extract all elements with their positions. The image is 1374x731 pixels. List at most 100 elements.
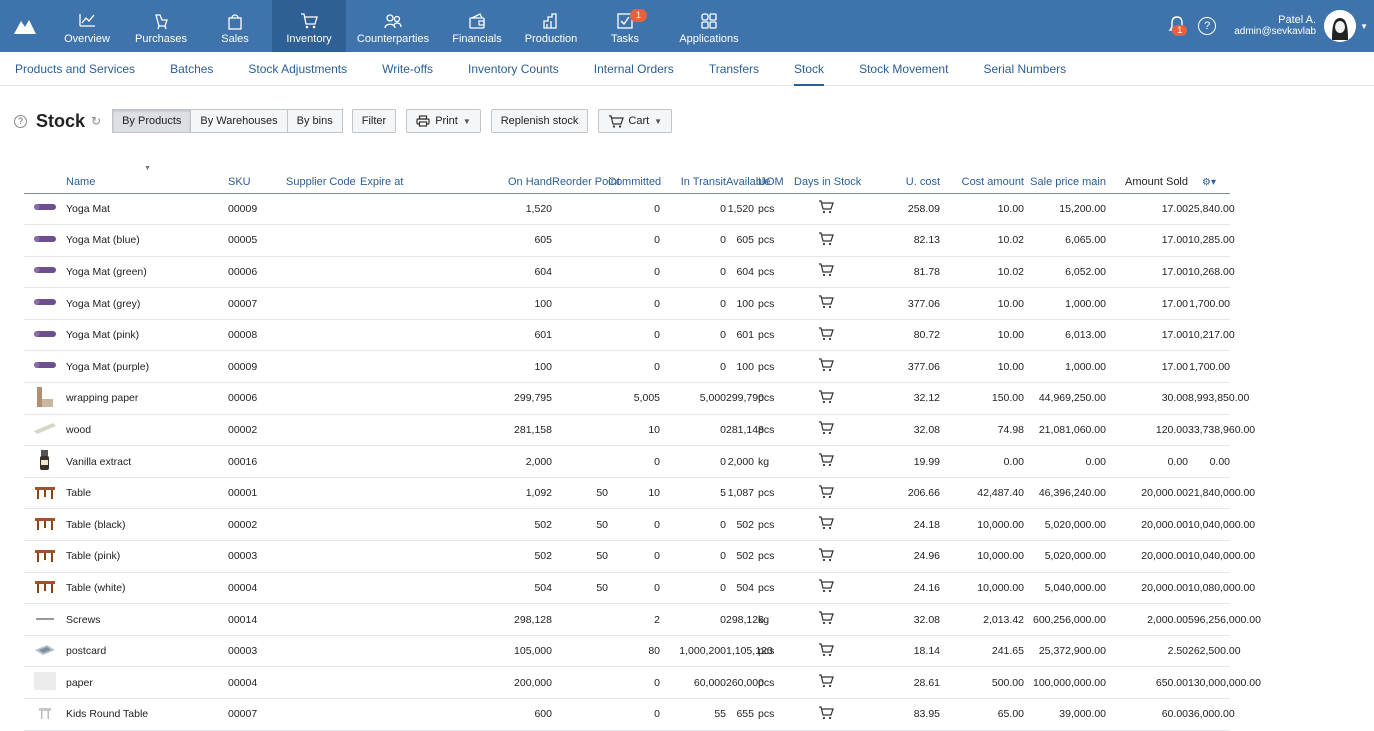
subnav-stock-adjustments[interactable]: Stock Adjustments	[248, 52, 347, 86]
table-row[interactable]: Yoga Mat (grey) 00007 100 0 0 100 pcs 377.06 10.…	[24, 287, 1230, 320]
col-reorder-point[interactable]: Reorder Point	[552, 163, 620, 194]
print-button[interactable]: Print ▼	[406, 109, 481, 133]
by-bins-button[interactable]: By bins	[287, 109, 343, 133]
subnav-transfers[interactable]: Transfers	[709, 52, 759, 86]
add-to-cart-button[interactable]	[794, 477, 858, 510]
notifications-button[interactable]: 1	[1168, 15, 1188, 38]
add-to-cart-button[interactable]	[794, 603, 858, 636]
col-sale-price-main[interactable]: Sale price main	[1024, 163, 1106, 194]
subnav-batches[interactable]: Batches	[170, 52, 213, 86]
add-to-cart-button[interactable]	[794, 350, 858, 384]
table-row[interactable]: wrapping paper 00006 299,795 5,005 5,000 299,…	[24, 382, 1249, 415]
table-row[interactable]: paper 00004 200,000 0 60,000 260,000 pcs 28.61 5…	[24, 666, 1261, 699]
table-row[interactable]: Table (pink) 00003 502 50 0 0 502 pcs 24.96 10,00…	[24, 540, 1255, 573]
table-row[interactable]: Kids Round Table 00007 600 0 55 655 pcs 83.95 65…	[24, 698, 1235, 731]
add-to-cart-button[interactable]	[794, 540, 858, 573]
add-to-cart-button[interactable]	[794, 193, 858, 226]
add-to-cart-button[interactable]	[794, 698, 858, 731]
nav-item-overview[interactable]: Overview	[50, 0, 124, 52]
product-name[interactable]: wood	[66, 414, 228, 447]
subnav-serial-numbers[interactable]: Serial Numbers	[983, 52, 1066, 86]
nav-item-production[interactable]: Production	[514, 0, 588, 52]
col-available[interactable]: Available	[726, 163, 770, 194]
subnav-products-and-services[interactable]: Products and Services	[15, 52, 135, 86]
product-name[interactable]: Vanilla extract	[66, 445, 228, 478]
add-to-cart-button[interactable]	[794, 635, 858, 668]
add-to-cart-button[interactable]	[794, 572, 858, 605]
table-row[interactable]: Yoga Mat (green) 00006 604 0 0 604 pcs 81.78 10.…	[24, 256, 1235, 289]
table-row[interactable]: Table (black) 00002 502 50 0 0 502 pcs 24.18 10,0…	[24, 508, 1255, 542]
col-name[interactable]: Name ▼	[66, 163, 228, 194]
subnav-stock-movement[interactable]: Stock Movement	[859, 52, 948, 86]
user-dropdown-caret-icon[interactable]: ▼	[1360, 22, 1368, 31]
add-to-cart-button[interactable]	[794, 666, 858, 699]
subnav-inventory-counts[interactable]: Inventory Counts	[468, 52, 559, 86]
logo[interactable]	[0, 0, 50, 52]
add-to-cart-button[interactable]	[794, 256, 858, 289]
subnav-write-offs[interactable]: Write-offs	[382, 52, 433, 86]
add-to-cart-button[interactable]	[794, 319, 858, 352]
col-committed[interactable]: Committed	[608, 163, 661, 194]
table-row[interactable]: postcard 00003 105,000 80 1,000,200 1,105,120…	[24, 635, 1241, 668]
nav-item-tasks[interactable]: Tasks 1	[588, 0, 662, 52]
product-name[interactable]: wrapping paper	[66, 382, 228, 415]
product-name[interactable]: Yoga Mat (blue)	[66, 224, 228, 257]
nav-item-financials[interactable]: Financials	[440, 0, 514, 52]
add-to-cart-button[interactable]	[794, 414, 858, 447]
col-on-hand[interactable]: On Hand	[472, 163, 552, 194]
user-menu[interactable]: Patel A. admin@sevkavlab	[1234, 14, 1316, 38]
table-row[interactable]: wood 00002 281,158 10 0 281,148 pcs 32.08 74.98 2…	[24, 414, 1255, 447]
col-supplier-code[interactable]: Supplier Code	[286, 163, 360, 194]
replenish-stock-button[interactable]: Replenish stock	[490, 109, 589, 133]
nav-item-sales[interactable]: Sales	[198, 0, 272, 52]
subnav-internal-orders[interactable]: Internal Orders	[594, 52, 674, 86]
refresh-icon[interactable]: ↻	[91, 114, 101, 128]
nav-item-counterparties[interactable]: Counterparties	[346, 0, 440, 52]
table-row[interactable]: Table 00001 1,092 50 10 5 1,087 pcs 206.66 42,487…	[24, 477, 1255, 510]
col-amount-sold[interactable]: Amount Sold	[1106, 163, 1188, 194]
table-row[interactable]: Table (white) 00004 504 50 0 0 504 pcs 24.16 10,0…	[24, 572, 1255, 605]
add-to-cart-button[interactable]	[794, 224, 858, 257]
product-name[interactable]: postcard	[66, 635, 228, 668]
nav-item-purchases[interactable]: Purchases	[124, 0, 198, 52]
product-name[interactable]: Kids Round Table	[66, 698, 228, 731]
table-row[interactable]: Vanilla extract 00016 2,000 0 0 2,000 kg 19.99 0…	[24, 445, 1230, 478]
product-name[interactable]: Yoga Mat (purple)	[66, 350, 228, 384]
product-name[interactable]: Table (black)	[66, 508, 228, 542]
col-expire-at[interactable]: Expire at	[360, 163, 420, 194]
product-name[interactable]: Table (pink)	[66, 540, 228, 573]
page-help-icon[interactable]: ?	[14, 114, 27, 128]
table-row[interactable]: Yoga Mat (purple) 00009 100 0 0 100 pcs 377.06 1…	[24, 350, 1230, 384]
cart-button[interactable]: Cart ▼	[598, 109, 673, 133]
product-name[interactable]: Yoga Mat	[66, 193, 228, 226]
product-name[interactable]: Yoga Mat (pink)	[66, 319, 228, 352]
add-to-cart-button[interactable]	[794, 445, 858, 478]
product-name[interactable]: Yoga Mat (grey)	[66, 287, 228, 320]
column-settings[interactable]: ⚙▾	[1188, 163, 1230, 194]
product-name[interactable]: Table	[66, 477, 228, 510]
table-row[interactable]: Yoga Mat (blue) 00005 605 0 0 605 pcs 82.13 10.0…	[24, 224, 1235, 257]
product-name[interactable]: Yoga Mat (green)	[66, 256, 228, 289]
table-row[interactable]: Yoga Mat 00009 1,520 0 0 1,520 pcs 258.09 10.00 1…	[24, 193, 1235, 226]
add-to-cart-button[interactable]	[794, 287, 858, 320]
col-days-in-stock[interactable]: Days in Stock	[794, 163, 861, 194]
add-to-cart-button[interactable]	[794, 382, 858, 415]
col-u-cost[interactable]: U. cost	[858, 163, 940, 194]
table-row[interactable]: Screws 00014 298,128 2 0 298,126 kg 32.08 2,013.…	[24, 603, 1261, 636]
product-name[interactable]: Table (white)	[66, 572, 228, 605]
add-to-cart-button[interactable]	[794, 508, 858, 542]
table-row[interactable]: Yoga Mat (pink) 00008 601 0 0 601 pcs 80.72 10.0…	[24, 319, 1235, 352]
col-sku[interactable]: SKU	[228, 163, 286, 194]
filter-button[interactable]: Filter	[351, 109, 397, 133]
col-uom[interactable]: UOM	[754, 163, 794, 194]
subnav-stock[interactable]: Stock	[794, 52, 825, 86]
col-in-transit[interactable]: In Transit	[660, 163, 726, 194]
col-cost-amount[interactable]: Cost amount	[940, 163, 1024, 194]
by-warehouses-button[interactable]: By Warehouses	[191, 109, 288, 133]
product-name[interactable]: paper	[66, 666, 228, 699]
by-products-button[interactable]: By Products	[112, 109, 192, 133]
help-button[interactable]: ?	[1198, 17, 1217, 35]
nav-item-inventory[interactable]: Inventory	[272, 0, 346, 52]
product-name[interactable]: Screws	[66, 603, 228, 636]
nav-item-applications[interactable]: Applications	[662, 0, 756, 52]
